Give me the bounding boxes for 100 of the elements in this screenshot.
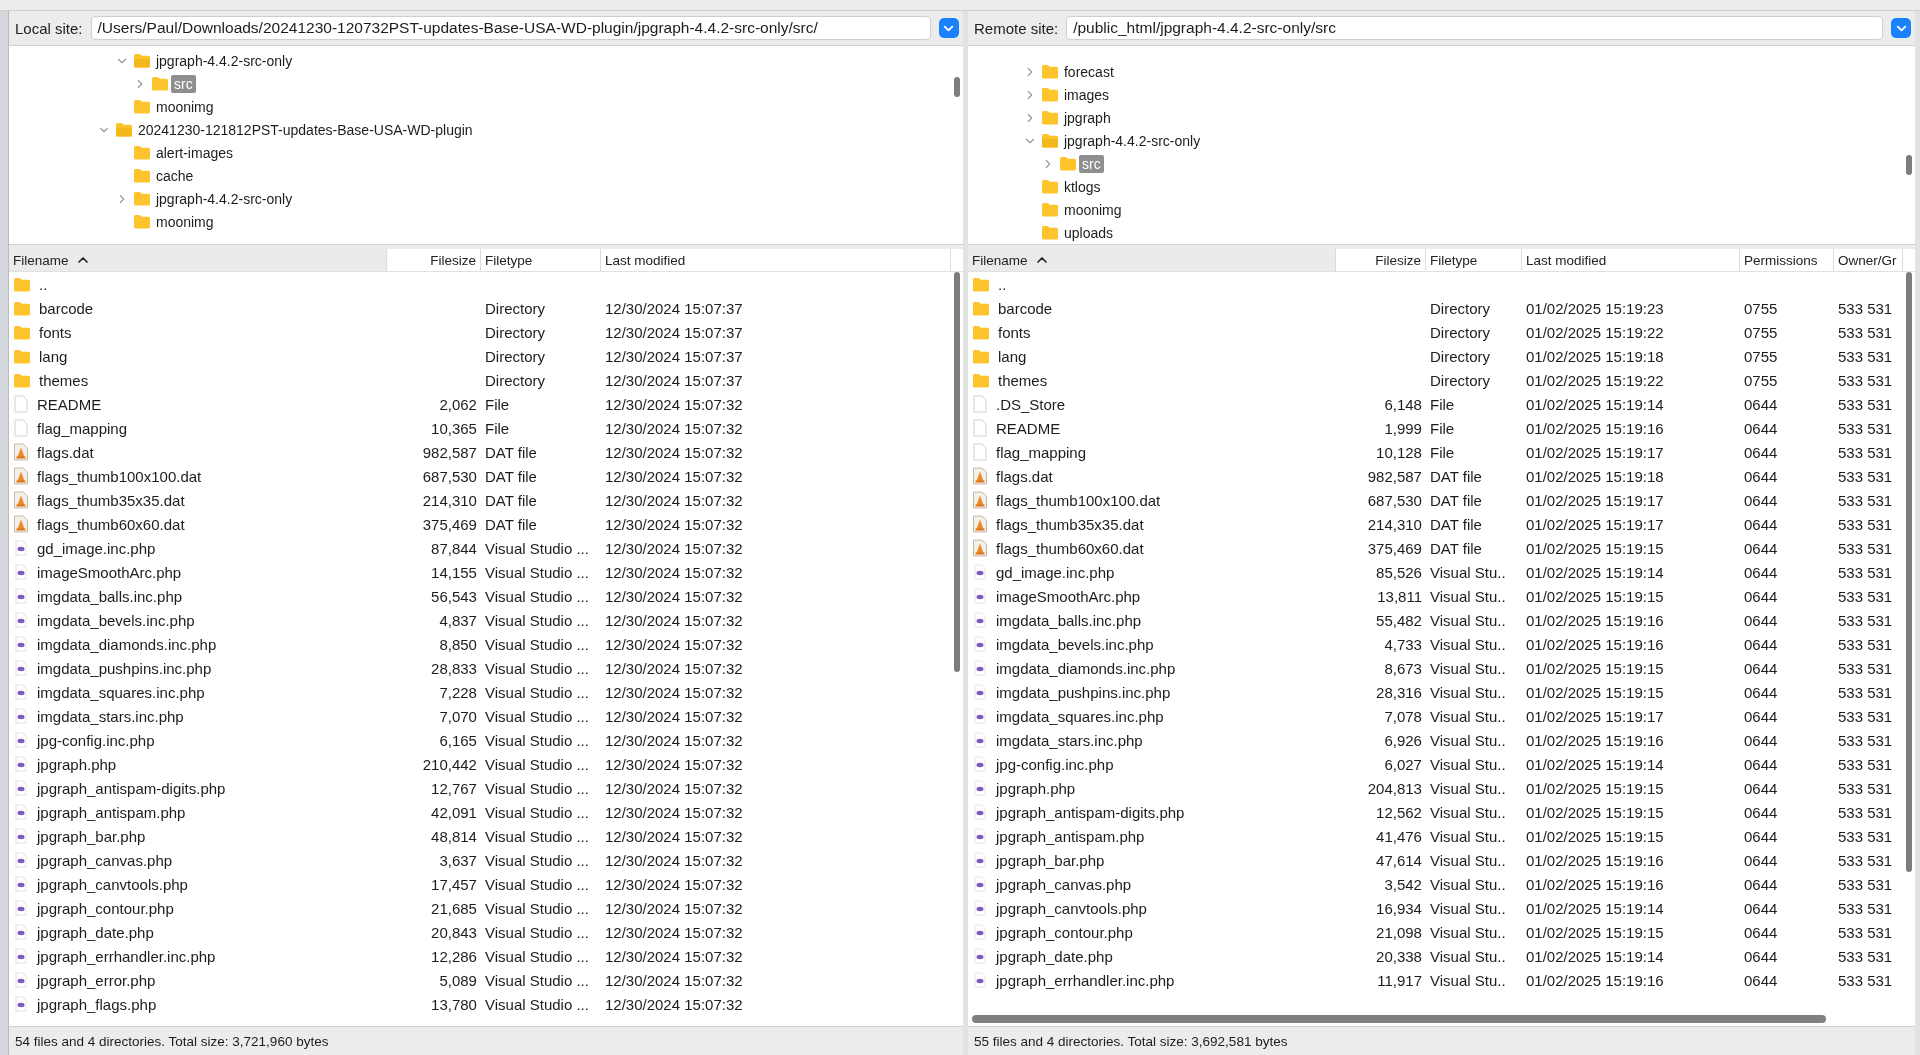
file-name[interactable]: jpgraph_canvtools.php bbox=[995, 899, 1147, 917]
file-name[interactable]: imgdata_squares.inc.php bbox=[995, 707, 1164, 725]
column-header[interactable]: Filename bbox=[967, 249, 1336, 271]
file-name[interactable]: jpgraph_antispam-digits.php bbox=[995, 803, 1185, 821]
file-name[interactable]: imgdata_diamonds.inc.php bbox=[36, 635, 217, 653]
file-name[interactable]: lang bbox=[997, 347, 1027, 365]
file-name[interactable]: imgdata_pushpins.inc.php bbox=[995, 683, 1171, 701]
scrollbar-thumb[interactable] bbox=[953, 77, 960, 97]
file-name[interactable]: flags_thumb35x35.dat bbox=[995, 515, 1144, 533]
file-name[interactable]: .. bbox=[997, 275, 1007, 293]
file-name[interactable]: flags_thumb60x60.dat bbox=[36, 515, 185, 533]
tree-item[interactable]: jpgraph-4.4.2-src-only bbox=[152, 51, 296, 70]
tree-item[interactable]: alert-images bbox=[152, 143, 236, 162]
tree-item[interactable]: jpgraph-4.4.2-src-only bbox=[1060, 131, 1204, 150]
file-name[interactable]: themes bbox=[38, 371, 89, 389]
file-name[interactable]: jpgraph.php bbox=[995, 779, 1076, 797]
file-name[interactable]: flags.dat bbox=[995, 467, 1053, 485]
file-name[interactable]: jpgraph_errhandler.inc.php bbox=[36, 947, 216, 965]
permissions: 0644 bbox=[1742, 635, 1779, 653]
tree-item[interactable]: uploads bbox=[1060, 223, 1116, 242]
file-name[interactable]: .. bbox=[38, 275, 48, 293]
file-name[interactable]: fonts bbox=[997, 323, 1031, 341]
file-name[interactable]: flag_mapping bbox=[995, 443, 1087, 461]
file-name[interactable]: jpgraph_antispam.php bbox=[36, 803, 186, 821]
permissions: 0755 bbox=[1742, 323, 1779, 341]
file-name[interactable]: imageSmoothArc.php bbox=[995, 587, 1141, 605]
file-name[interactable]: jpgraph_date.php bbox=[36, 923, 154, 941]
tree-item[interactable]: 20241230-121812PST-updates-Base-USA-WD-plugin bbox=[134, 120, 476, 139]
permissions: 0755 bbox=[1742, 347, 1779, 365]
file-name[interactable]: flags.dat bbox=[36, 443, 94, 461]
file-name[interactable]: jpgraph_date.php bbox=[995, 947, 1113, 965]
file-name[interactable]: flags_thumb35x35.dat bbox=[36, 491, 185, 509]
file-name[interactable]: imgdata_bevels.inc.php bbox=[995, 635, 1154, 653]
file-name[interactable]: imgdata_diamonds.inc.php bbox=[995, 659, 1176, 677]
file-name[interactable]: gd_image.inc.php bbox=[36, 539, 156, 557]
file-name[interactable]: lang bbox=[38, 347, 68, 365]
tree-item[interactable]: ktlogs bbox=[1060, 177, 1104, 196]
file-name[interactable]: jpgraph_bar.php bbox=[995, 851, 1105, 869]
file-name[interactable]: jpgraph_canvas.php bbox=[36, 851, 173, 869]
tree-item[interactable]: moonimg bbox=[152, 97, 217, 116]
file-name[interactable]: README bbox=[995, 419, 1061, 437]
file-size: 8,850 bbox=[438, 635, 478, 653]
file-name[interactable]: jpgraph_antispam-digits.php bbox=[36, 779, 226, 797]
file-name[interactable]: .DS_Store bbox=[995, 395, 1066, 413]
file-name[interactable]: jpg-config.inc.php bbox=[36, 731, 155, 749]
tree-item[interactable]: moonimg bbox=[152, 212, 217, 231]
script-file-icon bbox=[12, 851, 29, 869]
scrollbar-thumb[interactable] bbox=[1906, 155, 1912, 175]
scrollbar-thumb[interactable] bbox=[1906, 272, 1912, 872]
file-name[interactable]: jpgraph_bar.php bbox=[36, 827, 146, 845]
file-name[interactable]: jpgraph_flags.php bbox=[36, 995, 157, 1013]
file-name[interactable]: jpgraph_contour.php bbox=[995, 923, 1133, 941]
file-name[interactable]: imgdata_stars.inc.php bbox=[995, 731, 1143, 749]
script-file-icon bbox=[971, 563, 988, 581]
file-name[interactable]: imgdata_balls.inc.php bbox=[995, 611, 1142, 629]
tree-item[interactable]: jpgraph bbox=[1060, 108, 1114, 127]
scrollbar-thumb[interactable] bbox=[953, 272, 960, 672]
file-name[interactable]: imgdata_balls.inc.php bbox=[36, 587, 183, 605]
file-name[interactable]: flags_thumb100x100.dat bbox=[36, 467, 202, 485]
file-name[interactable]: imgdata_stars.inc.php bbox=[36, 707, 184, 725]
permissions: 0644 bbox=[1742, 899, 1779, 917]
file-name[interactable]: jpgraph_canvas.php bbox=[995, 875, 1132, 893]
file-name[interactable]: flags_thumb60x60.dat bbox=[995, 539, 1144, 557]
tree-item[interactable]: jpgraph-4.4.2-src-only bbox=[152, 189, 296, 208]
file-name[interactable]: jpgraph_errhandler.inc.php bbox=[995, 971, 1175, 989]
file-name[interactable]: imgdata_pushpins.inc.php bbox=[36, 659, 212, 677]
file-name[interactable]: imgdata_squares.inc.php bbox=[36, 683, 205, 701]
tree-item[interactable]: images bbox=[1060, 85, 1113, 104]
file-type: Directory bbox=[483, 299, 546, 317]
file-name[interactable]: imgdata_bevels.inc.php bbox=[36, 611, 195, 629]
file-name[interactable]: barcode bbox=[997, 299, 1053, 317]
file-name[interactable]: flag_mapping bbox=[36, 419, 128, 437]
tree-item[interactable]: forecast bbox=[1060, 62, 1117, 81]
file-name[interactable]: gd_image.inc.php bbox=[995, 563, 1115, 581]
script-file-icon bbox=[971, 587, 988, 605]
file-name[interactable]: barcode bbox=[38, 299, 94, 317]
file-name[interactable]: themes bbox=[997, 371, 1048, 389]
file-name[interactable]: jpgraph_canvtools.php bbox=[36, 875, 188, 893]
file-size: 12,286 bbox=[430, 947, 478, 965]
tree-item[interactable]: moonimg bbox=[1060, 200, 1125, 219]
file-name[interactable]: jpgraph_antispam.php bbox=[995, 827, 1145, 845]
dropdown-button[interactable] bbox=[938, 18, 959, 38]
file-name[interactable]: jpgraph.php bbox=[36, 755, 117, 773]
modified-date: 01/02/2025 15:19:16 bbox=[1524, 731, 1665, 749]
file-name[interactable]: flags_thumb100x100.dat bbox=[995, 491, 1161, 509]
file-size: 11,917 bbox=[1376, 971, 1423, 989]
file-name[interactable]: jpg-config.inc.php bbox=[995, 755, 1114, 773]
file-name[interactable]: jpgraph_contour.php bbox=[36, 899, 174, 917]
file-name[interactable]: imageSmoothArc.php bbox=[36, 563, 182, 581]
file-name[interactable]: jpgraph_error.php bbox=[36, 971, 156, 989]
file-name[interactable]: fonts bbox=[38, 323, 72, 341]
path-field[interactable]: /Users/Paul/Downloads/20241230-120732PST-updates-Base-USA-WD-plugin/jpgraph-4.4.2-src-only/src/ bbox=[90, 16, 931, 40]
script-file-icon bbox=[971, 899, 988, 917]
file-size: 20,843 bbox=[430, 923, 478, 941]
dropdown-button[interactable] bbox=[1891, 18, 1911, 38]
column-header[interactable]: Filename bbox=[8, 249, 387, 271]
tree-item[interactable]: cache bbox=[152, 166, 197, 185]
file-name[interactable]: README bbox=[36, 395, 102, 413]
scrollbar-thumb[interactable] bbox=[971, 1015, 1827, 1023]
path-field[interactable]: /public_html/jpgraph-4.4.2-src-only/src bbox=[1066, 16, 1883, 40]
